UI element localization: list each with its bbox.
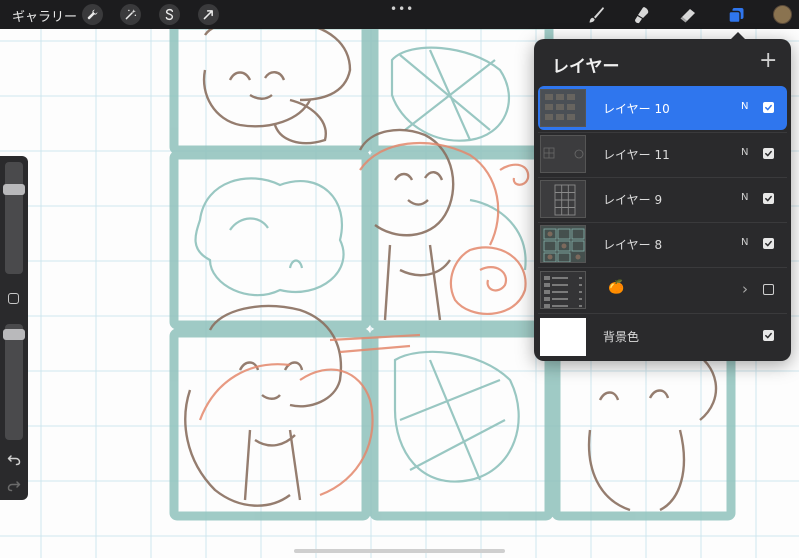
selection-button[interactable] bbox=[159, 4, 180, 25]
chevron-right-icon[interactable]: › bbox=[742, 280, 748, 298]
layer-group-row[interactable]: 🍊 › bbox=[538, 268, 787, 312]
transform-arrow-icon bbox=[203, 10, 213, 20]
eraser-button[interactable] bbox=[676, 3, 700, 27]
brush-button[interactable] bbox=[584, 3, 608, 27]
checkmark-icon bbox=[765, 195, 772, 202]
blend-mode-button[interactable]: N bbox=[741, 147, 748, 158]
brush-size-slider-thumb[interactable] bbox=[3, 184, 25, 195]
brush-size-slider[interactable] bbox=[3, 162, 25, 274]
background-layer-row[interactable]: 背景色 bbox=[538, 314, 787, 358]
visibility-checkbox[interactable] bbox=[763, 238, 774, 249]
layer-name: レイヤー 10 bbox=[603, 102, 670, 116]
layer-thumbnail bbox=[540, 180, 586, 218]
layer-name: レイヤー 8 bbox=[603, 238, 663, 252]
visibility-checkbox[interactable] bbox=[763, 148, 774, 159]
undo-icon[interactable] bbox=[7, 452, 21, 466]
checkmark-icon bbox=[765, 104, 772, 111]
layers-icon bbox=[728, 8, 744, 24]
left-sidebar bbox=[0, 156, 28, 500]
layer-name: 背景色 bbox=[603, 330, 640, 344]
adjustments-button[interactable] bbox=[120, 4, 141, 25]
layer-thumbnail bbox=[540, 271, 586, 309]
blend-mode-button[interactable]: N bbox=[741, 101, 748, 112]
blend-mode-button[interactable]: N bbox=[741, 192, 748, 203]
gallery-button[interactable]: ギャラリー bbox=[12, 6, 77, 25]
opacity-slider-thumb[interactable] bbox=[3, 329, 25, 340]
transform-button[interactable] bbox=[198, 4, 219, 25]
layer-row[interactable]: レイヤー 9 N bbox=[538, 177, 787, 221]
layer-thumbnail bbox=[540, 135, 586, 173]
magic-wand-icon bbox=[125, 9, 137, 20]
visibility-checkbox[interactable] bbox=[763, 330, 774, 341]
color-swatch-button[interactable] bbox=[773, 5, 792, 24]
add-layer-button[interactable]: + bbox=[759, 50, 777, 72]
layer-name: レイヤー 9 bbox=[603, 193, 663, 207]
eraser-icon bbox=[680, 9, 695, 23]
layer-thumbnail bbox=[540, 89, 586, 127]
layer-row[interactable]: レイヤー 10 N bbox=[538, 86, 787, 130]
layers-panel: レイヤー + レイヤー 10 N レイヤー 11 N レイヤー 9 N レイヤー… bbox=[534, 32, 791, 361]
modify-button[interactable] bbox=[8, 293, 19, 304]
home-indicator bbox=[294, 549, 505, 553]
background-color-swatch bbox=[540, 318, 586, 356]
brush-icon bbox=[589, 7, 604, 23]
actions-button[interactable] bbox=[82, 4, 103, 25]
checkmark-icon bbox=[765, 150, 772, 157]
smudge-icon bbox=[635, 7, 649, 24]
visibility-checkbox[interactable] bbox=[763, 193, 774, 204]
visibility-checkbox[interactable] bbox=[763, 284, 774, 295]
visibility-checkbox[interactable] bbox=[763, 102, 774, 113]
layer-name: レイヤー 11 bbox=[603, 148, 670, 162]
layer-group-name: 🍊 bbox=[608, 280, 625, 295]
smudge-button[interactable] bbox=[630, 3, 654, 27]
blend-mode-button[interactable]: N bbox=[741, 237, 748, 248]
opacity-slider[interactable] bbox=[3, 324, 25, 440]
wrench-icon bbox=[87, 9, 98, 20]
layers-button[interactable] bbox=[724, 3, 748, 27]
layer-thumbnail bbox=[540, 225, 586, 263]
layer-row[interactable]: レイヤー 11 N bbox=[538, 132, 787, 176]
checkmark-icon bbox=[765, 332, 772, 339]
checkmark-icon bbox=[765, 240, 772, 247]
selection-s-icon bbox=[165, 8, 174, 21]
redo-icon[interactable] bbox=[7, 478, 21, 492]
layer-row[interactable]: レイヤー 8 N bbox=[538, 222, 787, 266]
layers-panel-title: レイヤー bbox=[552, 57, 620, 77]
top-toolbar: ギャラリー ••• bbox=[0, 0, 799, 29]
more-options-button[interactable]: ••• bbox=[390, 2, 414, 16]
